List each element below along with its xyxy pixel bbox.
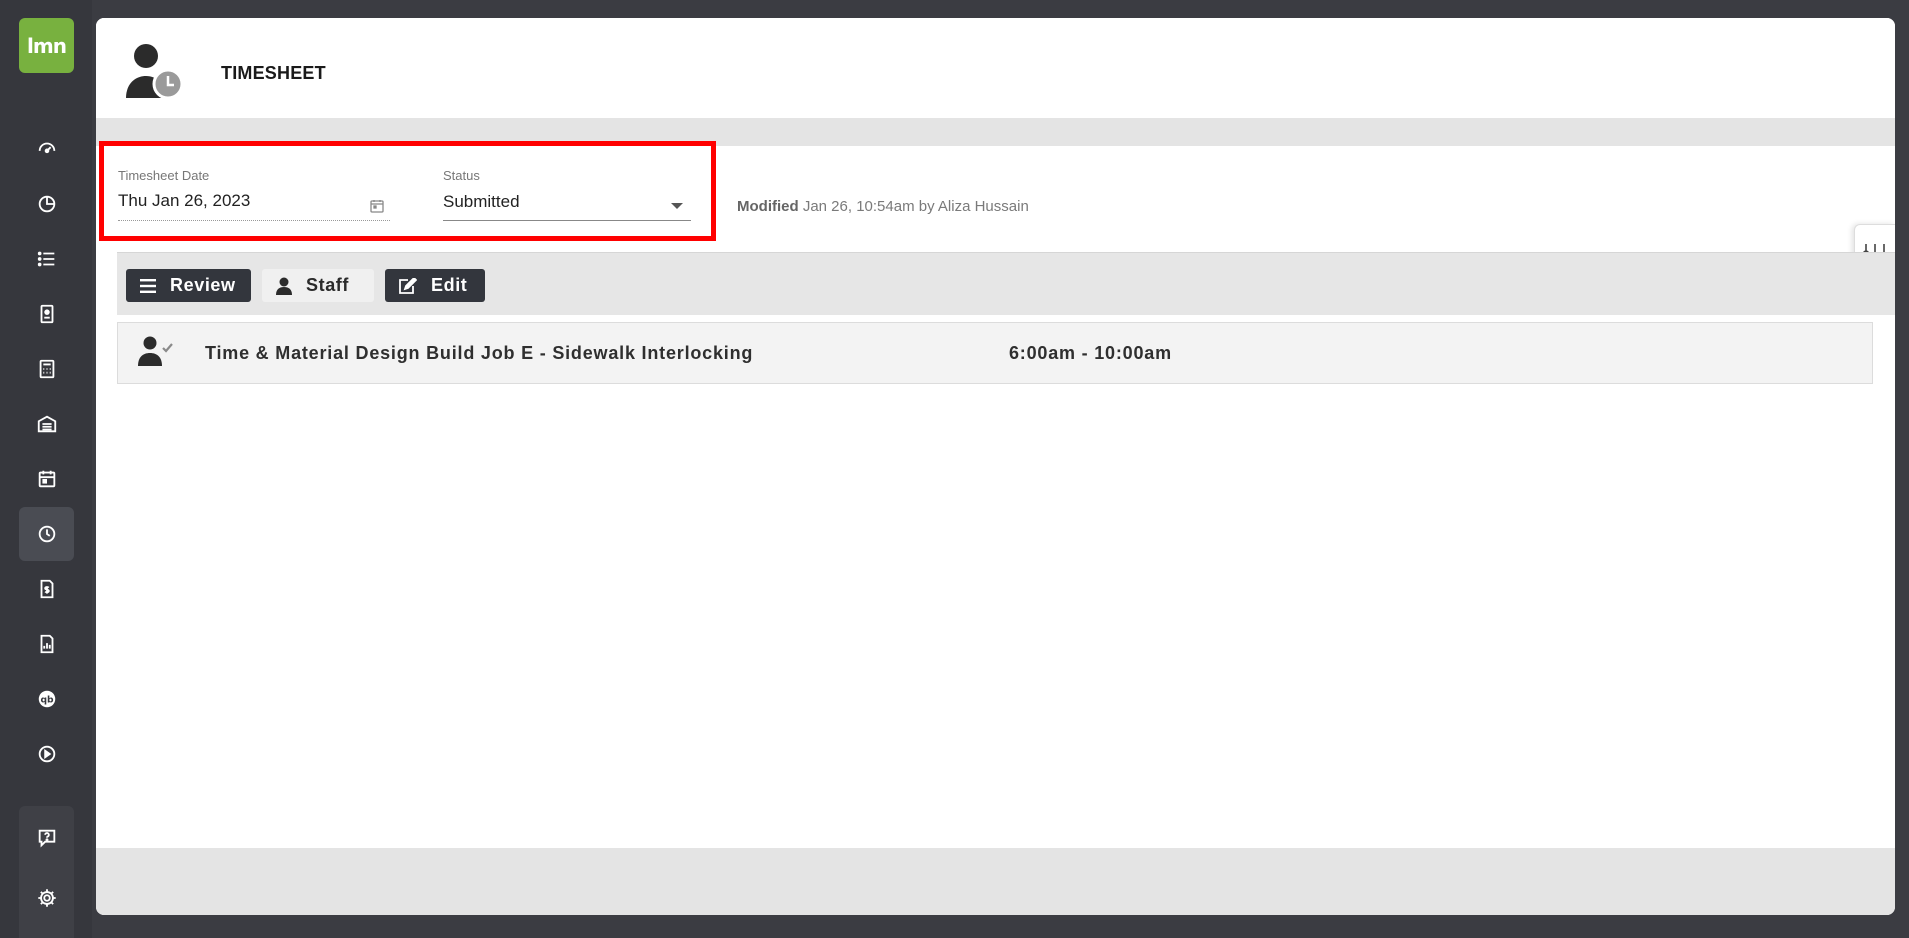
edit-button-label: Edit [431, 275, 468, 295]
sidebar-item-invoices[interactable] [19, 562, 74, 616]
gear-icon [37, 889, 56, 907]
report-icon [40, 634, 53, 654]
pie-chart-icon [38, 195, 55, 213]
sidebar: lmn qb [0, 0, 92, 938]
invoice-icon [40, 579, 53, 599]
timesheet-user-clock-icon [126, 44, 184, 100]
play-icon [38, 745, 55, 763]
sidebar-item-dashboard[interactable] [19, 122, 74, 176]
footer-bar [96, 848, 1895, 915]
user-check-icon [138, 336, 173, 366]
sidebar-item-equipment[interactable] [19, 397, 74, 451]
status-value: Submitted [443, 192, 520, 211]
chevron-down-icon [671, 203, 683, 209]
sidebar-item-settings[interactable] [19, 870, 74, 926]
timesheet-date-label: Timesheet Date [118, 168, 210, 183]
job-title: Time & Material Design Build Job E - Sid… [205, 343, 754, 363]
list-icon [37, 251, 54, 267]
modified-info: Modified Jan 26, 10:54am by Aliza Hussai… [737, 198, 1029, 215]
status-select[interactable]: Submitted [443, 190, 691, 221]
quickbooks-icon: qb [38, 690, 55, 708]
job-row[interactable]: Time & Material Design Build Job E - Sid… [117, 322, 1873, 384]
calculator-icon [39, 359, 54, 379]
status-label: Status [443, 168, 480, 183]
garage-icon [37, 415, 56, 433]
page-header: TIMESHEET [96, 18, 1895, 118]
staff-button-label: Staff [306, 275, 349, 295]
sidebar-item-help[interactable] [19, 810, 74, 866]
sidebar-item-reports[interactable] [19, 177, 74, 231]
calendar-icon[interactable] [370, 199, 384, 213]
timesheet-date-value: Thu Jan 26, 2023 [118, 191, 251, 210]
person-icon [276, 277, 292, 295]
sidebar-item-contacts[interactable] [19, 287, 74, 341]
clock-icon [38, 525, 55, 543]
timesheet-date-field[interactable]: Thu Jan 26, 2023 [118, 190, 390, 221]
sidebar-item-videos[interactable] [19, 727, 74, 781]
sidebar-item-list[interactable] [19, 232, 74, 286]
sidebar-nav: qb [19, 122, 74, 782]
sidebar-bottom [19, 806, 74, 938]
header-divider [96, 118, 1895, 146]
svg-text:qb: qb [40, 695, 54, 706]
review-button-label: Review [170, 275, 236, 295]
menu-icon [140, 278, 156, 293]
sidebar-item-timesheets[interactable] [19, 507, 74, 561]
review-button[interactable]: Review [126, 269, 251, 302]
sidebar-item-schedule[interactable] [19, 452, 74, 506]
modified-text: Jan 26, 10:54am by Aliza Hussain [802, 198, 1029, 215]
dashboard-icon [38, 142, 55, 154]
help-icon [38, 829, 55, 848]
edit-icon [399, 277, 417, 294]
sidebar-item-estimates[interactable] [19, 342, 74, 396]
modified-label: Modified [737, 198, 799, 215]
staff-button[interactable]: Staff [262, 269, 374, 302]
calendar-icon [38, 470, 55, 488]
contact-card-icon [40, 304, 53, 324]
main-panel: TIMESHEET Timesheet Date Thu Jan 26, 202… [96, 18, 1895, 915]
page-title: TIMESHEET [221, 63, 326, 83]
sidebar-item-quickbooks[interactable]: qb [19, 672, 74, 726]
edit-button[interactable]: Edit [385, 269, 485, 302]
action-toolbar: Review Staff Edit [117, 252, 1895, 315]
job-time-range: 6:00am - 10:00am [1009, 343, 1172, 363]
sidebar-item-job-costing[interactable] [19, 617, 74, 671]
logo-text: lmn [27, 33, 67, 58]
lmn-logo[interactable]: lmn [19, 18, 74, 73]
